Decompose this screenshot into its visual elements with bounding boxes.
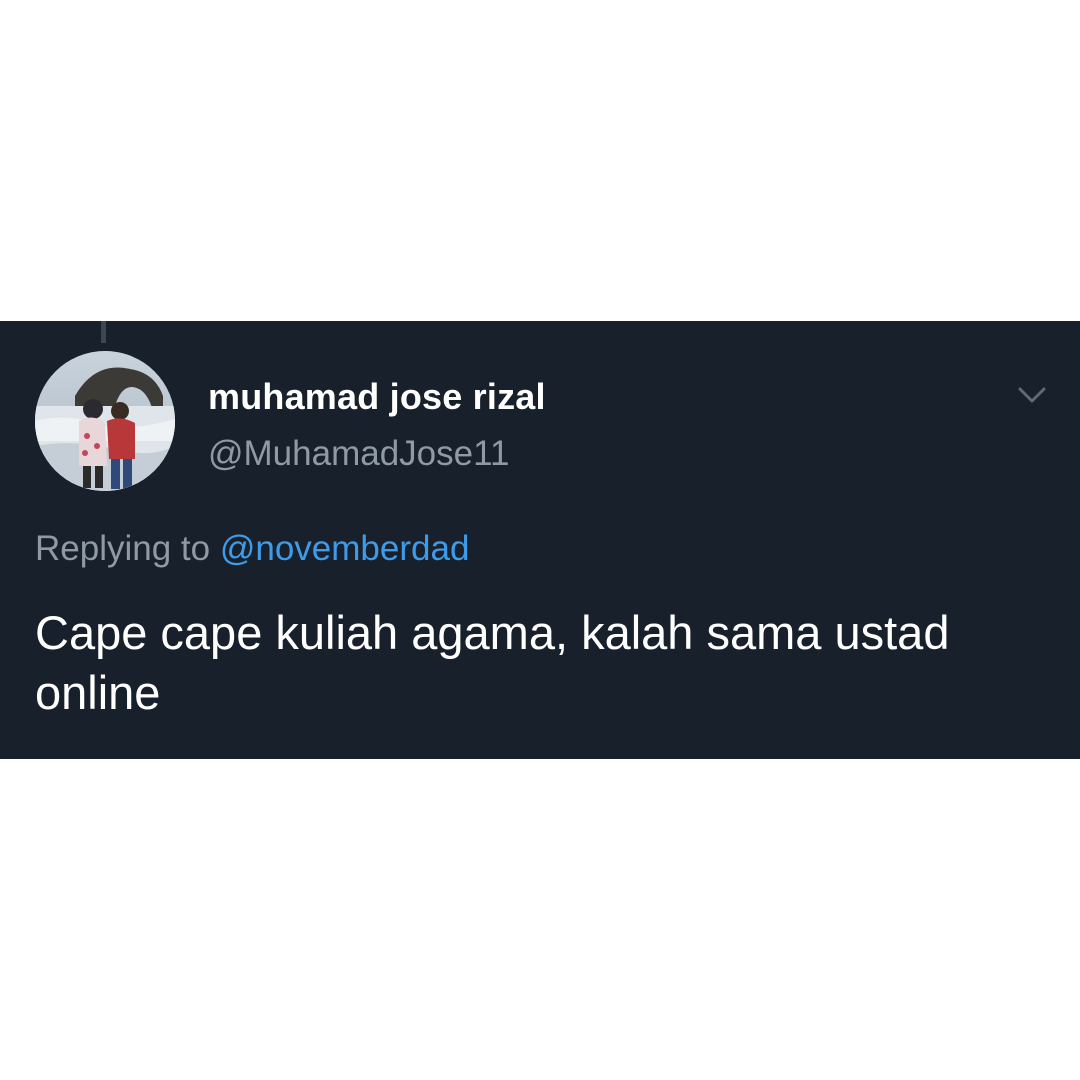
screenshot-canvas: muhamad jose rizal @MuhamadJose11 Replyi… <box>0 0 1080 1080</box>
display-name[interactable]: muhamad jose rizal <box>208 376 546 418</box>
reply-target-link[interactable]: @novemberdad <box>220 529 470 568</box>
user-handle[interactable]: @MuhamadJose11 <box>208 434 509 474</box>
thread-connector-line <box>101 321 106 343</box>
replying-to-line: Replying to @novemberdad <box>35 529 469 569</box>
tweet-card: muhamad jose rizal @MuhamadJose11 Replyi… <box>0 321 1080 759</box>
avatar[interactable] <box>35 351 175 491</box>
replying-to-label: Replying to <box>35 529 211 568</box>
tweet-body-text: Cape cape kuliah agama, kalah sama ustad… <box>35 606 950 719</box>
chevron-down-icon <box>1018 387 1046 403</box>
more-options-button[interactable] <box>1012 375 1052 415</box>
avatar-photo-icon <box>35 351 175 491</box>
